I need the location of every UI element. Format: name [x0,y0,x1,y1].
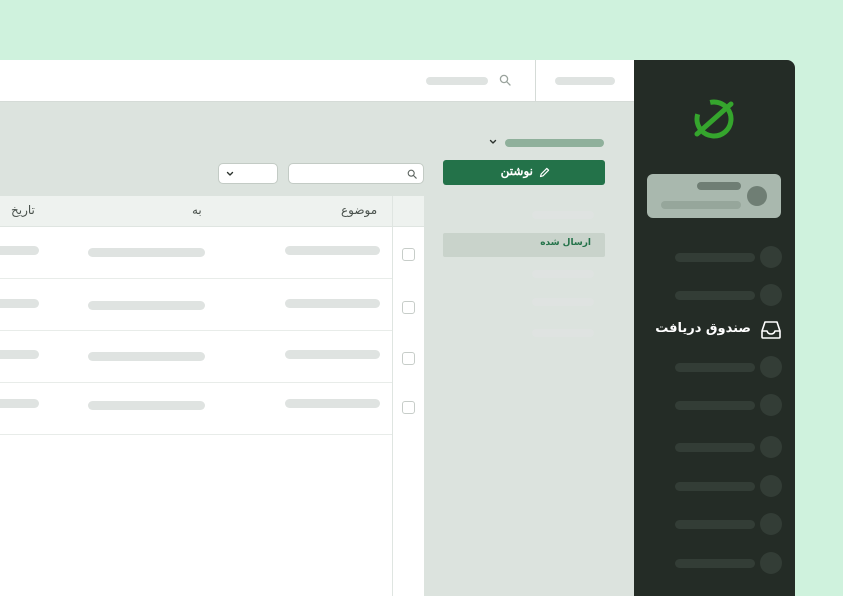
search-placeholder [426,77,488,85]
date-placeholder [0,399,39,408]
logo-icon [694,99,734,139]
sidebar-item[interactable] [634,284,795,306]
inbox-icon [761,321,781,339]
subject-placeholder [285,399,380,408]
folder-label-placeholder [532,270,594,278]
row-checkbox[interactable] [402,352,415,365]
date-placeholder [0,350,39,359]
column-header-date[interactable]: تاریخ [11,203,35,217]
nav-icon [760,436,782,458]
sidebar-item[interactable] [634,246,795,268]
folder-item[interactable] [443,204,605,228]
top-bar-divider [535,60,536,102]
nav-label-placeholder [675,401,755,410]
row-checkbox[interactable] [402,301,415,314]
filter-select[interactable] [218,163,278,184]
table-row[interactable] [0,279,392,331]
sidebar-item[interactable] [634,475,795,497]
chevron-down-icon [489,139,497,144]
nav-label-placeholder [675,482,755,491]
nav-icon [760,246,782,268]
date-placeholder [0,246,39,255]
recipient-placeholder [88,401,205,410]
list-header: موضوع به تاریخ [0,196,424,227]
column-header-to[interactable]: به [192,203,202,217]
nav-label-placeholder [675,291,755,300]
account-name-placeholder [697,182,741,190]
nav-icon [760,513,782,535]
nav-label-placeholder [675,363,755,372]
list-search-field[interactable] [288,163,424,184]
search-icon [407,169,417,179]
nav-label-placeholder [675,520,755,529]
sidebar-item-inbox[interactable]: صندوق دریافت [634,319,795,343]
sidebar-item[interactable] [634,513,795,535]
row-checkbox[interactable] [402,248,415,261]
recipient-placeholder [88,301,205,310]
table-row[interactable] [0,383,392,435]
folder-label: ارسال شده [540,238,591,248]
list-search-input[interactable] [295,167,399,181]
subject-placeholder [285,246,380,255]
date-placeholder [0,299,39,308]
compose-button[interactable]: نوشتن [443,160,605,185]
nav-icon [760,394,782,416]
nav-icon [760,475,782,497]
table-row[interactable] [0,331,392,383]
nav-label-placeholder [675,559,755,568]
folder-label-placeholder [532,298,594,306]
top-bar-placeholder [555,77,615,85]
nav-icon [760,356,782,378]
sidebar-item-label: صندوق دریافت [655,321,751,336]
folder-label-placeholder [532,329,594,337]
compose-label: نوشتن [500,164,533,178]
column-header-subject[interactable]: موضوع [341,203,377,217]
recipient-placeholder [88,352,205,361]
table-row[interactable] [0,227,392,279]
chevron-down-icon [226,171,234,176]
recipient-placeholder [88,248,205,257]
mailbox-name-placeholder [505,139,604,147]
account-email-placeholder [661,201,741,209]
folder-label-placeholder [532,211,594,219]
top-bar [0,60,634,102]
sidebar-item[interactable] [634,552,795,574]
subject-placeholder [285,299,380,308]
pencil-icon [539,167,550,178]
nav-icon [760,552,782,574]
folder-item-sent[interactable]: ارسال شده [443,233,605,257]
mailbox-selector[interactable] [488,137,608,151]
row-checkbox[interactable] [402,401,415,414]
folder-item[interactable] [443,263,605,287]
message-list: موضوع به تاریخ [0,196,424,596]
subject-placeholder [285,350,380,359]
app-window: صندوق دریافت نوشتن ارسال شده موضوع به تا… [0,60,795,596]
checkbox-column-divider [392,196,393,596]
nav-label-placeholder [675,443,755,452]
avatar [747,186,767,206]
account-card[interactable] [647,174,781,218]
sidebar-item[interactable] [634,436,795,458]
nav-icon [760,284,782,306]
folder-item[interactable] [443,291,605,315]
sidebar: صندوق دریافت [634,60,795,596]
search-icon [499,74,511,86]
folder-item[interactable] [443,322,605,346]
sidebar-item[interactable] [634,356,795,378]
nav-label-placeholder [675,253,755,262]
sidebar-item[interactable] [634,394,795,416]
